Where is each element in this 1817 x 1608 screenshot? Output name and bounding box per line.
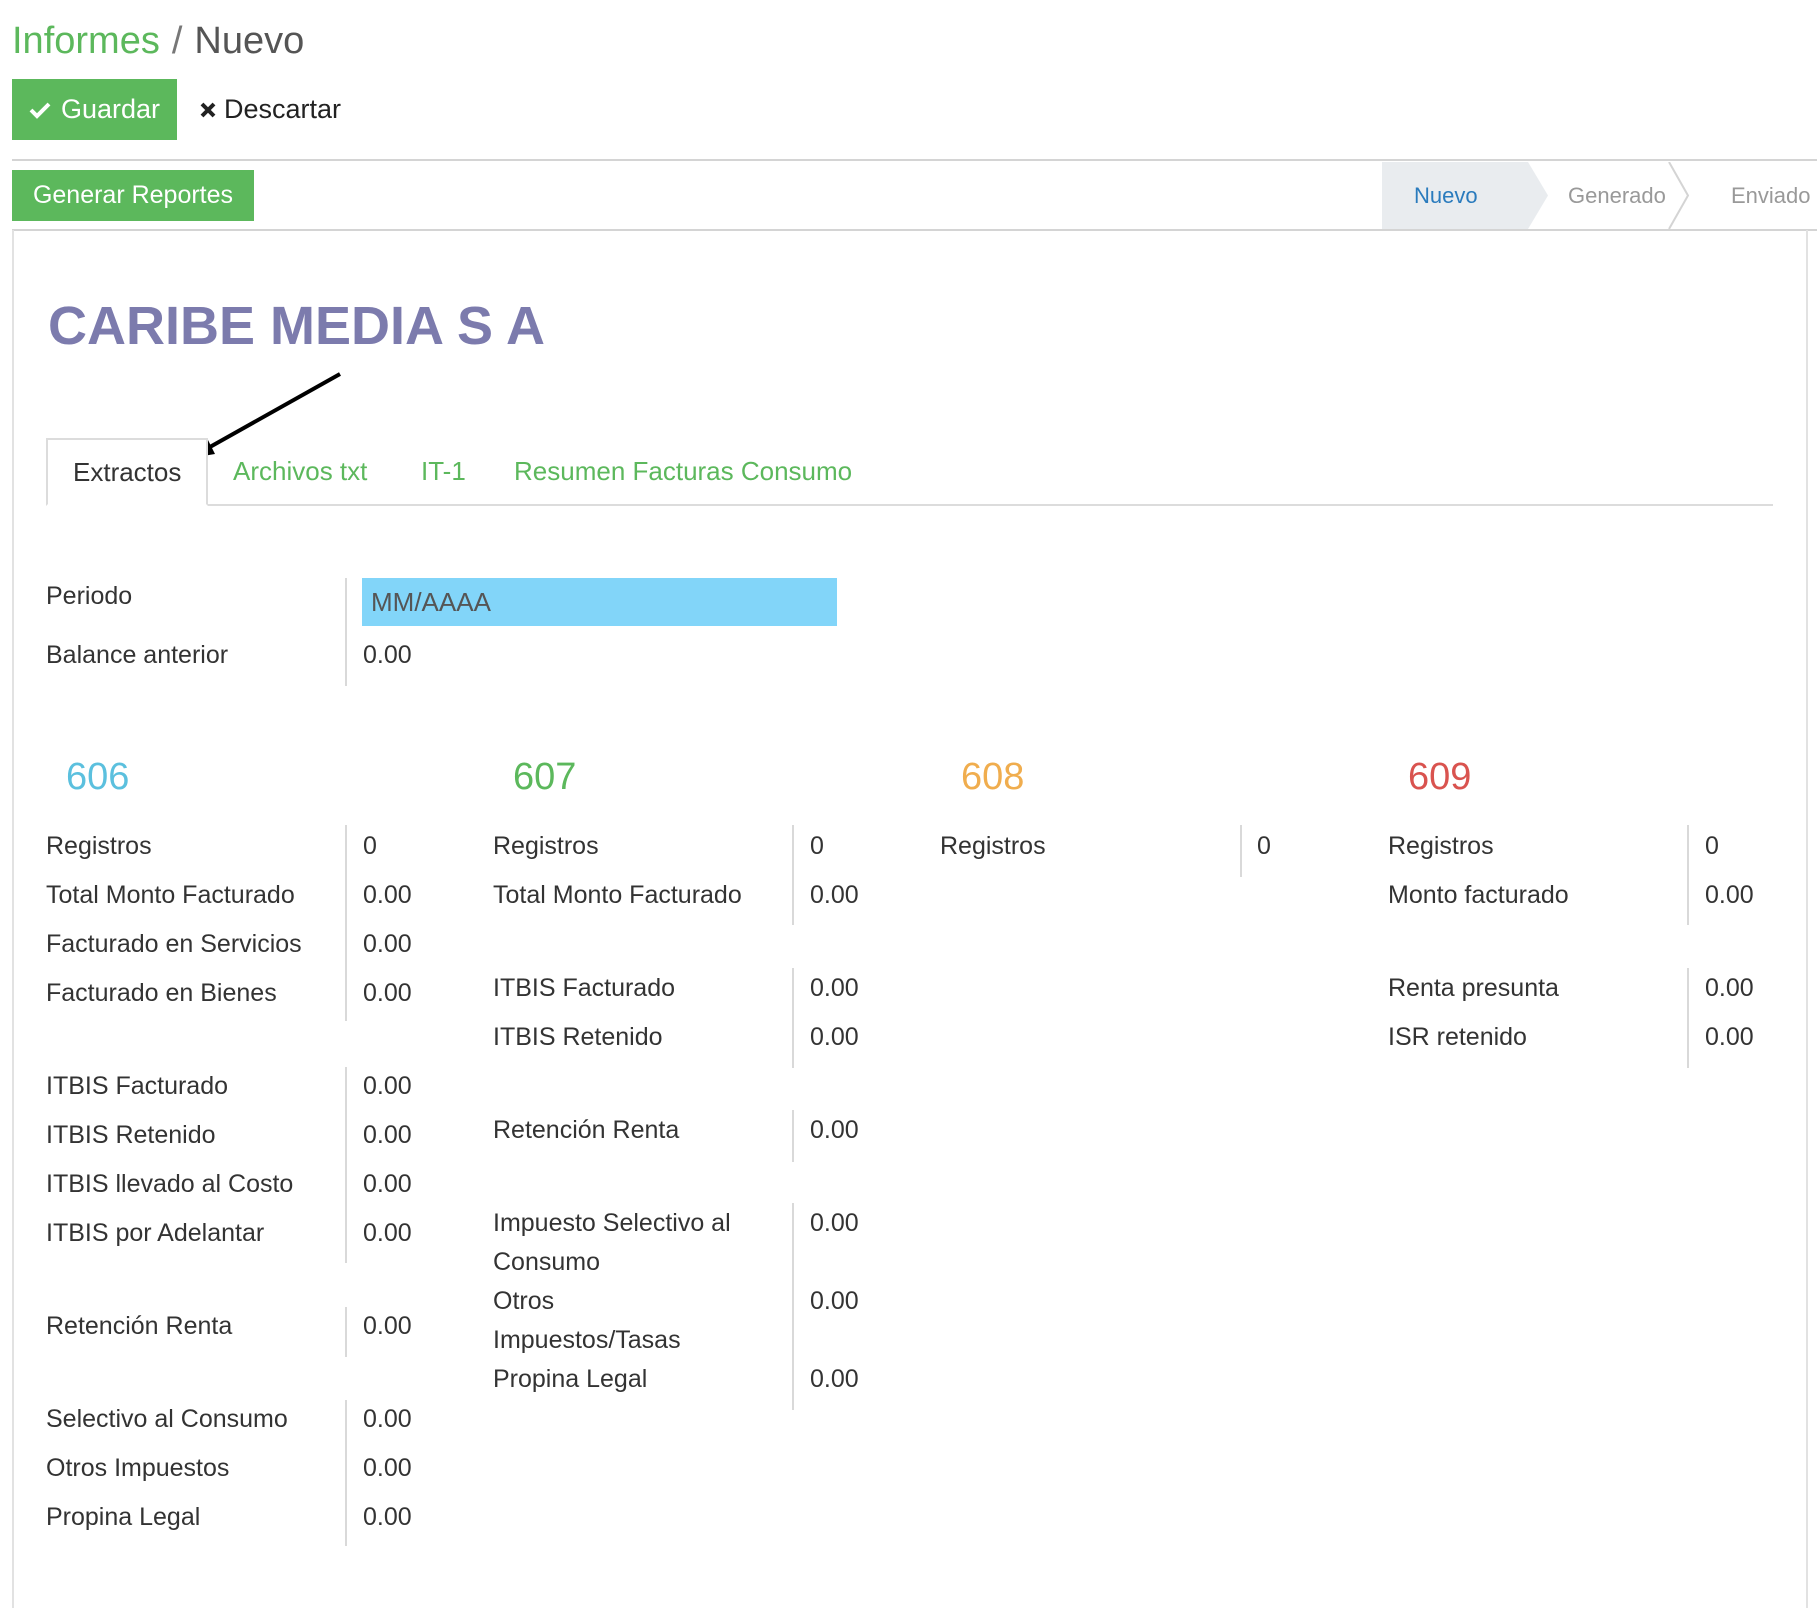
status-bar: Nuevo Generado Enviado: [1382, 162, 1817, 229]
save-button-label: Guardar: [60, 94, 161, 124]
status-stage-enviado-label: Enviado: [1731, 182, 1811, 208]
status-stage-generado-label: Generado: [1568, 182, 1666, 208]
status-stage-enviado[interactable]: Enviado: [1686, 162, 1817, 229]
field-separator: [792, 1203, 794, 1410]
606-selectivo-value: 0.00: [363, 1405, 412, 1433]
606-bienes-value: 0.00: [363, 979, 412, 1007]
606-itbis-retenido-value: 0.00: [363, 1121, 412, 1149]
606-selectivo-label: Selectivo al Consumo: [46, 1405, 288, 1433]
606-itbis-costo-label: ITBIS llevado al Costo: [46, 1170, 294, 1198]
608-registros-value: 0: [1257, 832, 1271, 860]
607-propina-value: 0.00: [810, 1365, 859, 1393]
tab-it1[interactable]: IT-1: [421, 438, 466, 504]
field-separator: [345, 1067, 347, 1263]
606-total-value: 0.00: [363, 881, 412, 909]
tab-archivos-txt[interactable]: Archivos txt: [233, 438, 367, 504]
607-isc-value: 0.00: [810, 1209, 859, 1237]
tab-bar: Extractos Archivos txt IT-1 Resumen Fact…: [46, 438, 1773, 506]
609-renta-label: Renta presunta: [1388, 974, 1559, 1002]
606-itbis-facturado-value: 0.00: [363, 1072, 412, 1100]
609-registros-value: 0: [1705, 832, 1719, 860]
field-separator: [345, 578, 347, 686]
609-registros-label: Registros: [1388, 832, 1494, 860]
generate-reports-label: Generar Reportes: [32, 181, 234, 209]
check-icon: [29, 102, 51, 119]
breadcrumb-current: Nuevo: [194, 20, 305, 62]
breadcrumb: Informes / Nuevo: [12, 18, 304, 64]
close-icon: [200, 102, 216, 117]
609-isr-value: 0.00: [1705, 1023, 1754, 1051]
606-itbis-retenido-label: ITBIS Retenido: [46, 1121, 216, 1149]
607-otros-value: 0.00: [810, 1287, 859, 1315]
609-renta-value: 0.00: [1705, 974, 1754, 1002]
606-servicios-label: Facturado en Servicios: [46, 930, 302, 958]
title-607: 607: [513, 756, 577, 798]
save-button[interactable]: Guardar: [12, 79, 177, 140]
field-separator: [345, 1400, 347, 1546]
field-separator: [345, 825, 347, 1021]
607-itbis-retenido-label: ITBIS Retenido: [493, 1023, 663, 1051]
status-stage-nuevo-label: Nuevo: [1414, 182, 1478, 208]
606-propina-label: Propina Legal: [46, 1503, 201, 1531]
607-isc-label-line1: Impuesto Selectivo al: [493, 1209, 731, 1237]
breadcrumb-separator: /: [171, 20, 183, 62]
balance-label: Balance anterior: [46, 641, 229, 669]
discard-button[interactable]: Descartar: [200, 79, 341, 140]
606-propina-value: 0.00: [363, 1503, 412, 1531]
608-registros-label: Registros: [940, 832, 1046, 860]
606-itbis-facturado-label: ITBIS Facturado: [46, 1072, 229, 1100]
606-otros-label: Otros Impuestos: [46, 1454, 230, 1482]
tab-resumen-facturas-consumo[interactable]: Resumen Facturas Consumo: [514, 438, 852, 504]
period-input[interactable]: MM/AAAA: [362, 578, 837, 626]
606-retencion-renta-label: Retención Renta: [46, 1312, 233, 1340]
607-isc-label-line2: Consumo: [493, 1248, 600, 1276]
field-separator: [1240, 825, 1242, 877]
606-registros-label: Registros: [46, 832, 152, 860]
field-separator: [792, 825, 794, 925]
606-bienes-label: Facturado en Bienes: [46, 979, 277, 1007]
generate-reports-button[interactable]: Generar Reportes: [12, 170, 254, 221]
609-monto-label: Monto facturado: [1388, 881, 1569, 909]
607-propina-label: Propina Legal: [493, 1365, 648, 1393]
606-registros-value: 0: [363, 832, 377, 860]
title-608: 608: [961, 756, 1025, 798]
606-servicios-value: 0.00: [363, 930, 412, 958]
607-otros-label-line1: Otros: [493, 1287, 555, 1315]
field-separator: [792, 968, 794, 1068]
607-registros-label: Registros: [493, 832, 599, 860]
607-itbis-facturado-label: ITBIS Facturado: [493, 974, 676, 1002]
status-stage-generado[interactable]: Generado: [1528, 162, 1690, 229]
title-609: 609: [1408, 756, 1472, 798]
607-retencion-renta-value: 0.00: [810, 1116, 859, 1144]
607-registros-value: 0: [810, 832, 824, 860]
field-separator: [345, 1307, 347, 1357]
607-total-label: Total Monto Facturado: [493, 881, 742, 909]
607-retencion-renta-label: Retención Renta: [493, 1116, 680, 1144]
period-placeholder: MM/AAAA: [371, 586, 491, 617]
breadcrumb-informes-link[interactable]: Informes: [12, 20, 160, 62]
discard-button-label: Descartar: [224, 94, 342, 124]
606-itbis-costo-value: 0.00: [363, 1170, 412, 1198]
field-separator: [1687, 968, 1689, 1068]
field-separator: [792, 1110, 794, 1162]
607-itbis-retenido-value: 0.00: [810, 1023, 859, 1051]
field-separator: [1687, 825, 1689, 925]
company-name: CARIBE MEDIA S A: [48, 296, 546, 356]
607-itbis-facturado-value: 0.00: [810, 974, 859, 1002]
606-retencion-renta-value: 0.00: [363, 1312, 412, 1340]
609-isr-label: ISR retenido: [1388, 1023, 1527, 1051]
header-divider: [12, 159, 1817, 161]
balance-value: 0.00: [363, 641, 412, 669]
status-stage-nuevo[interactable]: Nuevo: [1382, 162, 1548, 229]
tab-extractos[interactable]: Extractos: [46, 438, 209, 506]
title-606: 606: [66, 756, 130, 798]
606-otros-value: 0.00: [363, 1454, 412, 1482]
609-monto-value: 0.00: [1705, 881, 1754, 909]
606-itbis-adelantar-label: ITBIS por Adelantar: [46, 1219, 265, 1247]
607-otros-label-line2: Impuestos/Tasas: [493, 1326, 681, 1354]
606-total-label: Total Monto Facturado: [46, 881, 295, 909]
607-total-value: 0.00: [810, 881, 859, 909]
period-label: Periodo: [46, 582, 133, 610]
606-itbis-adelantar-value: 0.00: [363, 1219, 412, 1247]
